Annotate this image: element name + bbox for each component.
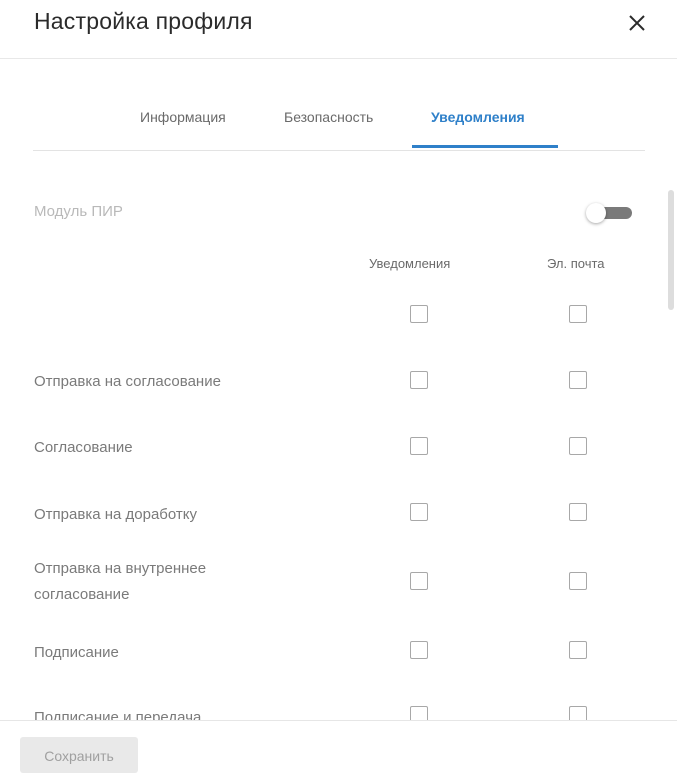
checkbox-all-email[interactable]: [569, 305, 587, 323]
tab-information[interactable]: Информация: [140, 109, 226, 125]
column-header-notifications: Уведомления: [369, 256, 451, 271]
checkbox-send-for-revision-email[interactable]: [569, 503, 587, 521]
module-pir-toggle[interactable]: [586, 203, 632, 223]
save-button[interactable]: Сохранить: [20, 737, 138, 773]
checkbox-signing-email[interactable]: [569, 641, 587, 659]
toggle-knob: [586, 203, 606, 223]
active-tab-indicator: [412, 145, 558, 148]
checkbox-send-for-internal-approval-notifications[interactable]: [410, 572, 428, 590]
dialog-header: Настройка профиля: [0, 0, 677, 59]
row-label-send-for-revision: Отправка на доработку: [34, 506, 197, 523]
checkbox-approval-notifications[interactable]: [410, 437, 428, 455]
close-button[interactable]: [622, 8, 652, 38]
profile-settings-dialog: Настройка профиля Информация Безопасност…: [0, 0, 677, 773]
row-label-signing: Подписание: [34, 644, 119, 661]
dialog-footer: Сохранить: [0, 720, 677, 773]
column-header-email: Эл. почта: [547, 256, 605, 271]
checkbox-signing-notifications[interactable]: [410, 641, 428, 659]
close-icon: [629, 15, 645, 31]
checkbox-all-notifications[interactable]: [410, 305, 428, 323]
tab-notifications[interactable]: Уведомления: [431, 109, 525, 125]
row-label-send-for-internal-approval: Отправка на внутреннее согласование: [34, 560, 207, 603]
checkbox-send-for-internal-approval-email[interactable]: [569, 572, 587, 590]
tab-security[interactable]: Безопасность: [284, 109, 373, 125]
checkbox-send-for-approval-notifications[interactable]: [410, 371, 428, 389]
module-pir-label: Модуль ПИР: [34, 203, 123, 220]
tab-bar: Информация Безопасность Уведомления: [33, 98, 645, 151]
checkbox-approval-email[interactable]: [569, 437, 587, 455]
row-label-approval: Согласование: [34, 439, 133, 456]
checkbox-send-for-revision-notifications[interactable]: [410, 503, 428, 521]
dialog-title: Настройка профиля: [34, 8, 253, 34]
scrollbar-thumb[interactable]: [668, 190, 674, 310]
checkbox-send-for-approval-email[interactable]: [569, 371, 587, 389]
row-label-send-for-approval: Отправка на согласование: [34, 373, 221, 390]
